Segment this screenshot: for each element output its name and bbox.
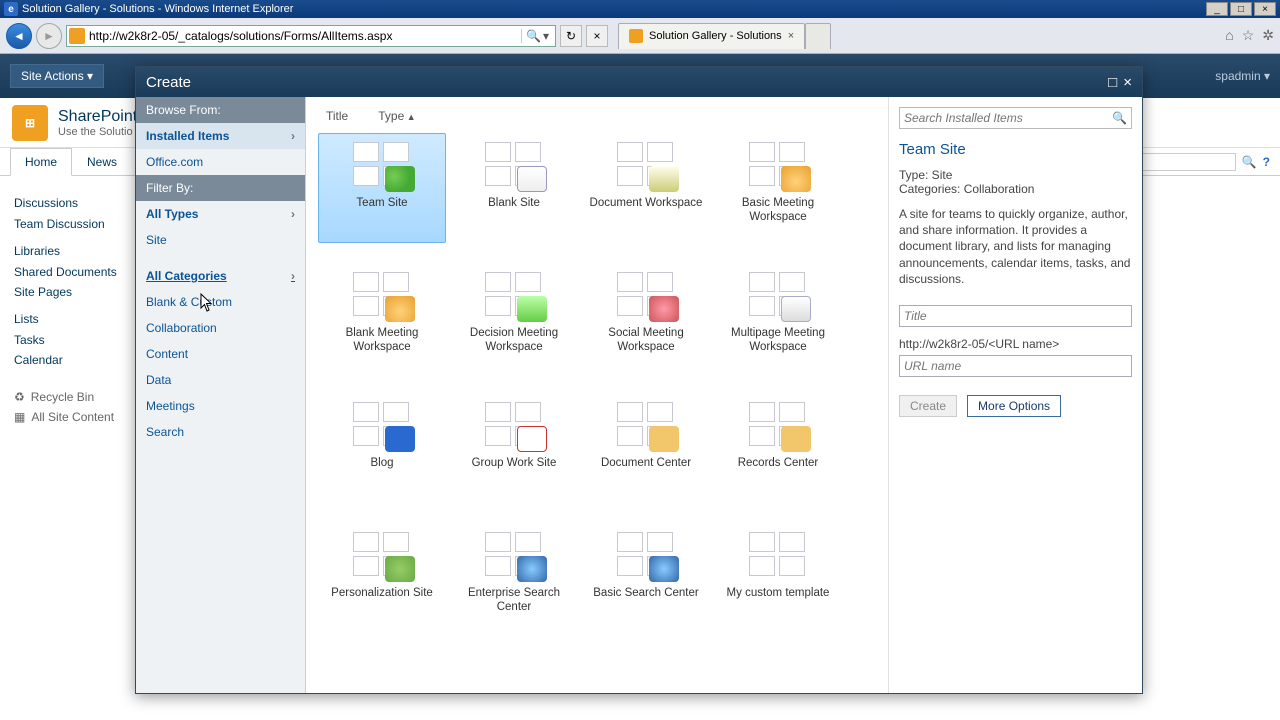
filter-office-com[interactable]: Office.com xyxy=(136,149,305,175)
template-card[interactable]: Basic Search Center xyxy=(582,523,710,633)
sort-by-type[interactable]: Type xyxy=(378,109,415,123)
template-label: Basic Meeting Workspace xyxy=(715,196,841,225)
filter-cat-search[interactable]: Search xyxy=(136,419,305,445)
template-thumb-icon xyxy=(749,272,807,318)
template-gallery: Title Type Team Site Blank Site Document… xyxy=(306,97,888,693)
template-label: Enterprise Search Center xyxy=(451,586,577,615)
template-thumb-icon xyxy=(749,142,807,188)
dialog-close-button[interactable]: × xyxy=(1123,74,1132,91)
detail-type: Type: Site xyxy=(899,168,1132,182)
template-card[interactable]: Personalization Site xyxy=(318,523,446,633)
filter-cat-data[interactable]: Data xyxy=(136,367,305,393)
template-card[interactable]: Decision Meeting Workspace xyxy=(450,263,578,373)
template-thumb-icon xyxy=(353,272,411,318)
dialog-titlebar: Create □ × xyxy=(136,67,1142,97)
template-thumb-icon xyxy=(617,532,675,578)
template-label: Personalization Site xyxy=(327,586,437,600)
template-thumb-icon xyxy=(485,142,543,188)
template-label: Records Center xyxy=(734,456,823,470)
filter-cat-meetings[interactable]: Meetings xyxy=(136,393,305,419)
template-label: Basic Search Center xyxy=(589,586,702,600)
template-label: Blog xyxy=(366,456,397,470)
template-card[interactable]: Blank Meeting Workspace xyxy=(318,263,446,373)
template-label: Document Center xyxy=(597,456,695,470)
url-prefix-label: http://w2k8r2-05/<URL name> xyxy=(899,337,1132,351)
template-thumb-icon xyxy=(617,402,675,448)
template-card[interactable]: Records Center xyxy=(714,393,842,503)
search-icon[interactable]: 🔍 xyxy=(1112,111,1127,125)
template-thumb-icon xyxy=(485,532,543,578)
template-card[interactable]: Blog xyxy=(318,393,446,503)
template-card[interactable]: Document Workspace xyxy=(582,133,710,243)
detail-heading: Team Site xyxy=(899,141,1132,158)
template-thumb-icon xyxy=(353,142,411,188)
gallery-sort-header: Title Type xyxy=(314,105,880,133)
template-thumb-icon xyxy=(617,272,675,318)
template-thumb-icon xyxy=(353,402,411,448)
detail-categories: Categories: Collaboration xyxy=(899,182,1132,196)
filter-all-types[interactable]: All Types› xyxy=(136,201,305,227)
filter-cat-collaboration[interactable]: Collaboration xyxy=(136,315,305,341)
template-card[interactable]: Document Center xyxy=(582,393,710,503)
template-label: Group Work Site xyxy=(468,456,561,470)
filter-type-site[interactable]: Site xyxy=(136,227,305,253)
create-dialog: Create □ × Browse From: Installed Items›… xyxy=(135,66,1143,694)
template-label: Decision Meeting Workspace xyxy=(451,326,577,355)
template-card[interactable]: Blank Site xyxy=(450,133,578,243)
chevron-right-icon: › xyxy=(291,269,295,283)
template-thumb-icon xyxy=(749,532,807,578)
dialog-title: Create xyxy=(146,74,191,91)
template-card[interactable]: Team Site xyxy=(318,133,446,243)
template-thumb-icon xyxy=(617,142,675,188)
template-card[interactable]: Social Meeting Workspace xyxy=(582,263,710,373)
template-thumb-icon xyxy=(749,402,807,448)
chevron-right-icon: › xyxy=(291,207,295,221)
more-options-button[interactable]: More Options xyxy=(967,395,1061,417)
template-label: My custom template xyxy=(723,586,834,600)
filter-all-categories[interactable]: All Categories› xyxy=(136,263,305,289)
filter-by-header: Filter By: xyxy=(136,175,305,201)
filter-installed-items[interactable]: Installed Items› xyxy=(136,123,305,149)
chevron-right-icon: › xyxy=(291,129,295,143)
filter-cat-content[interactable]: Content xyxy=(136,341,305,367)
template-label: Social Meeting Workspace xyxy=(583,326,709,355)
filter-cat-blank-custom[interactable]: Blank & Custom xyxy=(136,289,305,315)
template-card[interactable]: Multipage Meeting Workspace xyxy=(714,263,842,373)
template-thumb-icon xyxy=(353,532,411,578)
search-installed-input[interactable] xyxy=(904,111,1112,125)
filter-panel: Browse From: Installed Items› Office.com… xyxy=(136,97,306,693)
browse-from-header: Browse From: xyxy=(136,97,305,123)
template-label: Multipage Meeting Workspace xyxy=(715,326,841,355)
detail-panel: 🔍 Team Site Type: Site Categories: Colla… xyxy=(888,97,1142,693)
template-card[interactable]: Basic Meeting Workspace xyxy=(714,133,842,243)
title-field[interactable] xyxy=(899,305,1132,327)
template-label: Blank Site xyxy=(484,196,544,210)
template-label: Blank Meeting Workspace xyxy=(319,326,445,355)
template-card[interactable]: Enterprise Search Center xyxy=(450,523,578,633)
template-card[interactable]: My custom template xyxy=(714,523,842,633)
template-label: Document Workspace xyxy=(586,196,707,210)
template-card[interactable]: Group Work Site xyxy=(450,393,578,503)
search-installed-items[interactable]: 🔍 xyxy=(899,107,1132,129)
url-name-field[interactable] xyxy=(899,355,1132,377)
create-button[interactable]: Create xyxy=(899,395,957,417)
template-label: Team Site xyxy=(352,196,411,210)
dialog-maximize-button[interactable]: □ xyxy=(1108,74,1117,91)
template-thumb-icon xyxy=(485,272,543,318)
detail-description: A site for teams to quickly organize, au… xyxy=(899,206,1132,287)
sort-by-title[interactable]: Title xyxy=(326,109,348,123)
template-thumb-icon xyxy=(485,402,543,448)
